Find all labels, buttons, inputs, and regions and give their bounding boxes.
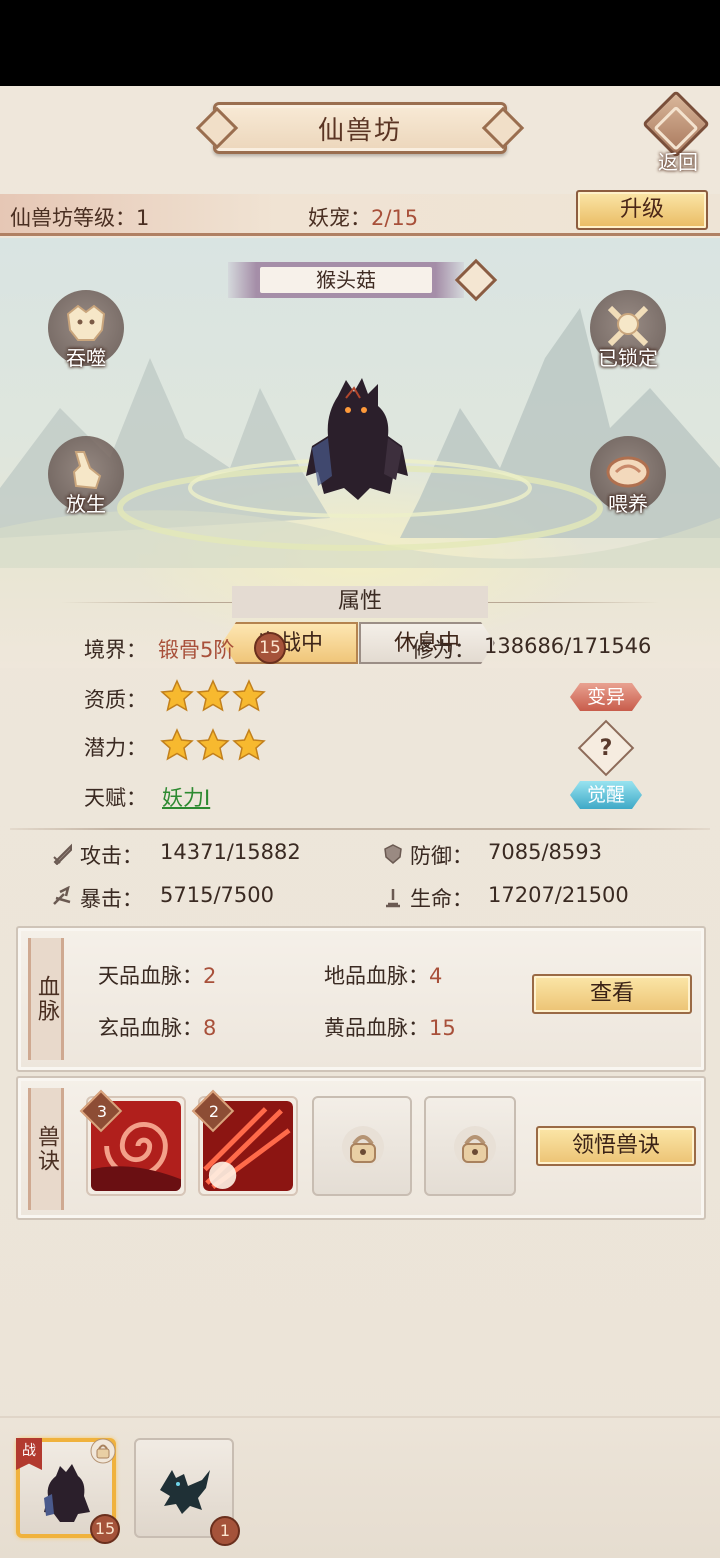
skill-slot-4-locked[interactable] — [424, 1096, 516, 1196]
pet-slot-2[interactable]: 1 — [134, 1438, 240, 1546]
aptitude-label: 资质： — [84, 688, 147, 712]
skills-panel: 兽诀 3 2 领悟兽诀 — [16, 1076, 706, 1220]
awaken-button[interactable]: 觉醒 — [570, 781, 642, 809]
heart-icon — [386, 889, 400, 908]
potential-label: 潜力： — [84, 736, 147, 760]
aptitude-star-icon — [196, 679, 230, 712]
attack-label: 攻击： — [80, 844, 143, 868]
attributes-title: 属性 — [232, 586, 488, 618]
title-plate: 仙兽坊 — [213, 102, 507, 154]
hp-value: 17207/21500 — [488, 883, 629, 907]
defense-value: 7085/8593 — [488, 840, 602, 864]
skill-2-level: 2 — [208, 1102, 220, 1121]
defense-label: 防御： — [410, 844, 473, 868]
aptitude-star-icon — [160, 679, 194, 712]
pet-2-level: 1 — [210, 1516, 240, 1546]
rename-button[interactable] — [454, 258, 498, 302]
mutate-button[interactable]: 变异 — [570, 683, 642, 711]
skills-side-tab: 兽诀 — [28, 1088, 64, 1210]
yellow-bloodline: 黄品血脉：15 — [324, 1012, 456, 1042]
heaven-bloodline: 天品血脉：2 — [98, 960, 216, 990]
devour-button[interactable]: 吞噬 — [44, 290, 128, 380]
talent-label: 天赋： — [84, 786, 147, 810]
potential-star-icon — [160, 728, 194, 761]
rename-icon — [454, 258, 498, 302]
mystic-bloodline: 玄品血脉：8 — [98, 1012, 216, 1042]
release-button[interactable]: 放生 — [44, 436, 128, 526]
sword-icon — [53, 843, 72, 865]
back-label: 返回 — [658, 150, 698, 174]
lock-label: 已锁定 — [598, 346, 658, 370]
earth-bloodline-value: 4 — [429, 964, 443, 988]
potential-star-icon — [196, 728, 230, 761]
bloodline-side-tab: 血脉 — [28, 938, 64, 1060]
devour-label: 吞噬 — [66, 346, 106, 370]
bloodline-panel: 血脉 天品血脉：2 地品血脉：4 玄品血脉：8 黄品血脉：15 查看 — [16, 926, 706, 1072]
earth-bloodline: 地品血脉：4 — [324, 960, 442, 990]
pet-list-bar: 战 15 1 — [0, 1416, 720, 1558]
workshop-level-label: 仙兽坊等级： — [10, 206, 136, 230]
pet-portrait — [306, 378, 408, 500]
workshop-level: 仙兽坊等级：1 — [10, 202, 149, 232]
potential-star-icon — [232, 728, 266, 761]
learn-skill-button[interactable]: 领悟兽诀 — [536, 1126, 696, 1166]
mystic-bloodline-value: 8 — [203, 1016, 217, 1040]
aptitude-star-icon — [232, 679, 266, 712]
heaven-bloodline-value: 2 — [203, 964, 217, 988]
skill-1-level: 3 — [96, 1102, 108, 1121]
hp-label: 生命： — [410, 887, 473, 911]
pet-count: 妖宠：2/15 — [308, 202, 418, 232]
skill-slot-1[interactable]: 3 — [79, 1089, 186, 1196]
feed-button[interactable]: 喂养 — [586, 436, 670, 526]
bloodline-side-label: 血脉 — [34, 975, 59, 1023]
lock-icon — [342, 1126, 384, 1168]
view-bloodline-button[interactable]: 查看 — [532, 974, 692, 1014]
mystic-bloodline-label: 玄品血脉： — [98, 1016, 203, 1040]
yellow-bloodline-label: 黄品血脉： — [324, 1016, 429, 1040]
feed-label: 喂养 — [608, 492, 648, 516]
page-title: 仙兽坊 — [317, 115, 402, 146]
upgrade-button[interactable]: 升级 — [576, 190, 708, 230]
talent-link[interactable]: 妖力I — [162, 782, 210, 812]
cultivation-value: 138686/171546 — [484, 634, 652, 658]
pet-1-level: 15 — [90, 1514, 120, 1544]
cultivation-label: 修为： — [412, 638, 475, 662]
lock-icon — [454, 1126, 496, 1168]
section-divider — [10, 828, 710, 830]
realm-value: 锻骨5阶 — [158, 638, 235, 662]
pet-workshop-screen: 仙兽坊 返回 仙兽坊等级：1 妖宠：2/15 升级 猴头菇 吞噬 已锁定 放生 … — [0, 86, 720, 1558]
shield-icon — [384, 844, 402, 864]
heaven-bloodline-label: 天品血脉： — [98, 964, 203, 988]
skill-slot-3-locked[interactable] — [312, 1096, 412, 1196]
crit-value: 5715/7500 — [160, 883, 274, 907]
back-button[interactable]: 返回 — [642, 90, 710, 174]
tab-active[interactable]: 出战中 — [222, 622, 358, 664]
realm-level-badge: 15 — [254, 632, 286, 664]
attack-value: 14371/15882 — [160, 840, 301, 864]
crit-icon — [53, 886, 71, 905]
skill-slot-2[interactable]: 2 — [191, 1089, 298, 1196]
crit-label: 暴击： — [80, 887, 143, 911]
pet-name: 猴头菇 — [260, 267, 432, 293]
earth-bloodline-label: 地品血脉： — [324, 964, 429, 988]
help-button[interactable]: ? — [586, 730, 626, 770]
realm-label: 境界： — [84, 638, 147, 662]
skills-side-label: 兽诀 — [34, 1125, 59, 1173]
lock-icon — [90, 1438, 116, 1464]
pet-count-value: 2/15 — [371, 206, 419, 230]
yellow-bloodline-value: 15 — [429, 1016, 456, 1040]
lock-button[interactable]: 已锁定 — [586, 290, 670, 380]
attributes-header: 属性 — [60, 586, 660, 620]
release-label: 放生 — [66, 492, 106, 516]
pet-name-plate: 猴头菇 — [228, 262, 464, 298]
pet-slot-1[interactable]: 战 15 — [16, 1438, 120, 1544]
workshop-level-value: 1 — [136, 206, 150, 230]
pet-count-label: 妖宠： — [308, 206, 371, 230]
